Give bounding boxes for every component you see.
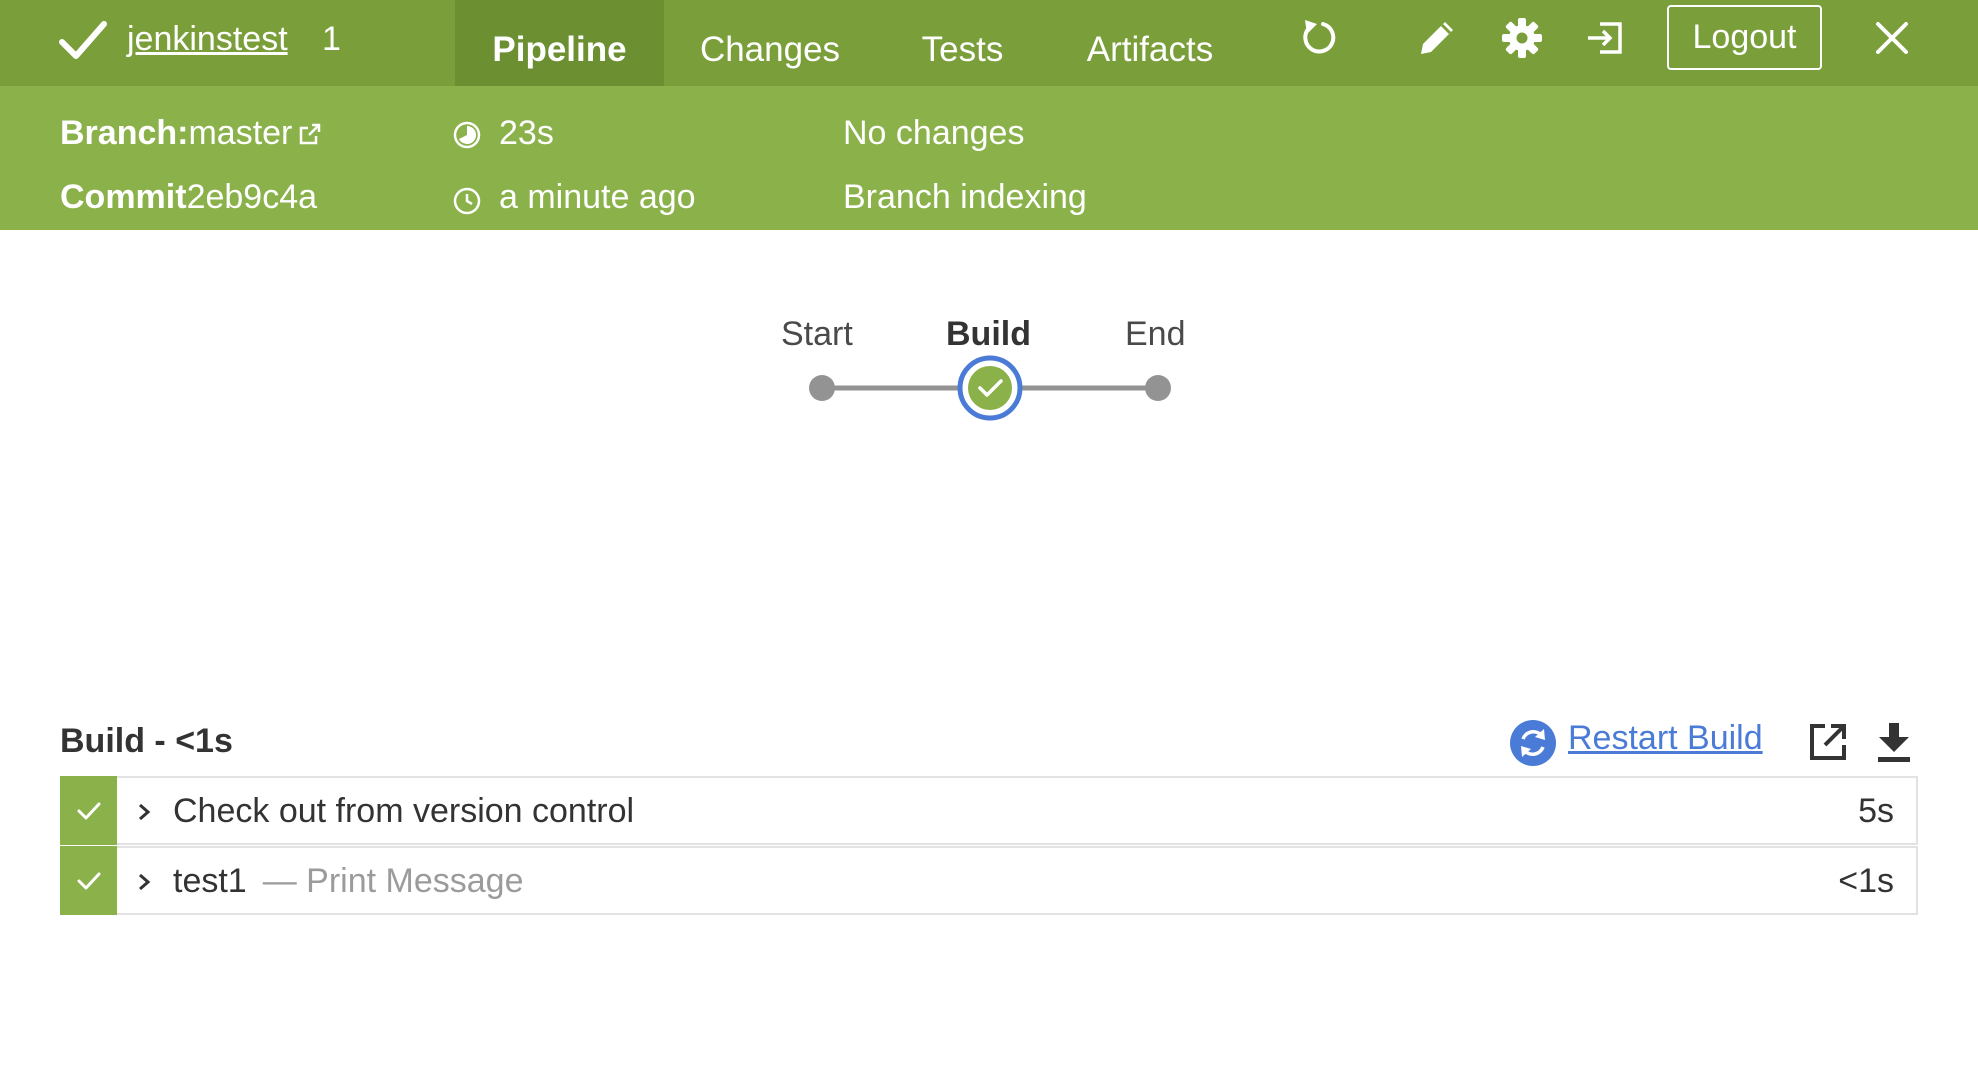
run-duration: 23s	[499, 114, 554, 152]
branch-info: Branch:master	[60, 114, 322, 153]
stage-node-start[interactable]	[809, 375, 835, 401]
commit-info: Commit2eb9c4a	[60, 178, 317, 217]
clock-icon	[453, 187, 481, 215]
external-link-icon[interactable]	[298, 122, 322, 146]
stage-node-build[interactable]	[957, 355, 1023, 421]
step-status-success	[60, 776, 117, 845]
step-duration: 5s	[1858, 792, 1894, 830]
run-cause: Branch indexing	[843, 178, 1087, 216]
run-info-bar: Branch:master Commit2eb9c4a 23s a minute…	[0, 86, 1978, 230]
chevron-right-icon[interactable]	[134, 870, 154, 894]
logout-button[interactable]: Logout	[1667, 5, 1822, 70]
run-time-ago: a minute ago	[499, 178, 696, 216]
run-number: 1	[322, 20, 341, 58]
stage-label-build[interactable]: Build	[946, 315, 1031, 354]
duration-icon	[453, 121, 481, 149]
step-description: — Print Message	[262, 862, 524, 900]
tab-pipeline[interactable]: Pipeline	[455, 0, 664, 86]
close-icon[interactable]	[1872, 18, 1912, 58]
success-check-icon	[77, 872, 101, 890]
branch-link[interactable]: master	[188, 114, 292, 152]
step-title: Check out from version control	[173, 792, 635, 830]
commit-label: Commit	[60, 178, 187, 216]
step-status-success	[60, 846, 117, 915]
stage-label-end: End	[1125, 315, 1186, 353]
success-check-icon	[59, 21, 107, 59]
edit-icon[interactable]	[1415, 16, 1459, 60]
step-title: test1	[173, 862, 247, 900]
replay-icon[interactable]	[1297, 16, 1341, 60]
restart-build-link[interactable]: Restart Build	[1568, 719, 1763, 758]
tab-tests[interactable]: Tests	[900, 0, 1025, 86]
download-icon[interactable]	[1875, 721, 1913, 763]
top-bar: jenkinstest 1 Pipeline Changes Tests Art…	[0, 0, 1978, 86]
chevron-right-icon[interactable]	[134, 800, 154, 824]
open-in-new-icon[interactable]	[1807, 721, 1849, 763]
stage-node-end[interactable]	[1145, 375, 1171, 401]
stage-detail-title: Build - <1s	[60, 722, 233, 760]
changes-summary: No changes	[843, 114, 1025, 152]
exit-icon[interactable]	[1584, 16, 1628, 60]
branch-label: Branch:	[60, 114, 189, 152]
success-check-icon	[77, 802, 101, 820]
step-row[interactable]: Check out from version control 5s	[60, 776, 1918, 845]
step-name: Check out from version control	[173, 792, 634, 831]
pipeline-graph	[809, 355, 1171, 421]
step-row[interactable]: test1 — Print Message <1s	[60, 846, 1918, 915]
step-name: test1 — Print Message	[173, 862, 523, 901]
commit-hash: 2eb9c4a	[186, 178, 318, 216]
step-duration: <1s	[1838, 862, 1894, 900]
job-name-link[interactable]: jenkinstest	[127, 20, 288, 59]
tab-changes[interactable]: Changes	[680, 0, 860, 86]
restart-icon[interactable]	[1509, 719, 1557, 767]
stage-label-start: Start	[781, 315, 853, 353]
tab-artifacts[interactable]: Artifacts	[1070, 0, 1230, 86]
gear-icon[interactable]	[1500, 16, 1544, 60]
